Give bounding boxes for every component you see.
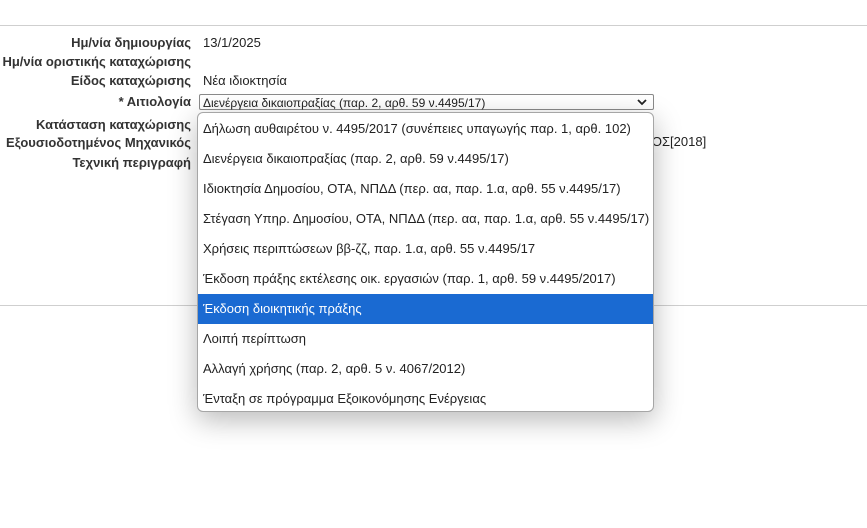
dropdown-option[interactable]: Ένταξη σε πρόγραμμα Εξοικονόμησης Ενέργε… [198,384,653,411]
label-aitiologia: * Αιτιολογία [118,94,191,109]
dropdown-option[interactable]: Αλλαγή χρήσης (παρ. 2, αρθ. 5 ν. 4067/20… [198,354,653,384]
label-authorized-engineer: Εξουσιοδοτημένος Μηχανικός [6,135,191,150]
label-technical-description: Τεχνική περιγραφή [72,155,191,170]
dropdown-option[interactable]: Χρήσεις περιπτώσεων ββ-ζζ, παρ. 1.α, αρθ… [198,234,653,264]
dropdown-option[interactable]: Διενέργεια δικαιοπραξίας (παρ. 2, αρθ. 5… [198,144,653,174]
dropdown-option[interactable]: Έκδοση πράξης εκτέλεσης οικ. εργασιών (π… [198,264,653,294]
aitiologia-select[interactable]: Διενέργεια δικαιοπραξίας (παρ. 2, αρθ. 5… [199,94,654,110]
dropdown-option[interactable]: Στέγαση Υπηρ. Δημοσίου, ΟΤΑ, ΝΠΔΔ (περ. … [198,204,653,234]
aitiologia-select-value: Διενέργεια δικαιοπραξίας (παρ. 2, αρθ. 5… [203,96,486,110]
dropdown-option[interactable]: Ιδιοκτησία Δημοσίου, ΟΤΑ, ΝΠΔΔ (περ. αα,… [198,174,653,204]
chevron-down-icon [637,99,647,106]
dropdown-option-highlighted[interactable]: Έκδοση διοικητικής πράξης [198,294,653,324]
dropdown-option[interactable]: Λοιπή περίπτωση [198,324,653,354]
aitiologia-dropdown-list: Δήλωση αυθαιρέτου ν. 4495/2017 (συνέπειε… [197,112,654,412]
value-registration-type: Νέα ιδιοκτησία [203,73,287,88]
top-divider [0,25,867,26]
label-registration-type: Είδος καταχώρισης [70,73,191,88]
label-creation-date: Ημ/νία δημιουργίας [71,35,191,50]
label-registration-status: Κατάσταση καταχώρισης [36,117,191,132]
label-final-registration-date: Ημ/νία οριστικής καταχώρισης [2,54,191,69]
dropdown-option[interactable]: Δήλωση αυθαιρέτου ν. 4495/2017 (συνέπειε… [198,114,653,144]
form-page: Ημ/νία δημιουργίας 13/1/2025 Ημ/νία ορισ… [0,0,867,528]
value-creation-date: 13/1/2025 [203,35,261,50]
